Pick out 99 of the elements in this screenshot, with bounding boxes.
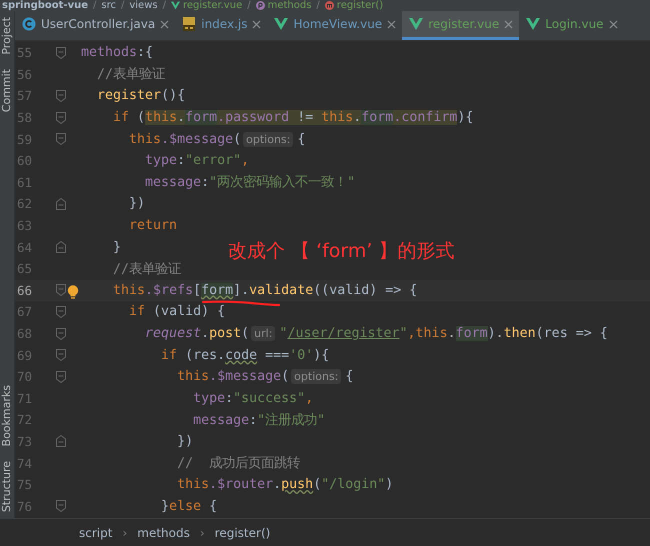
- line-number: 67: [16, 304, 34, 320]
- line-number: 60: [16, 153, 34, 168]
- code-text: request.post(: [144, 326, 250, 342]
- code-text: methods:{: [81, 45, 154, 60]
- close-icon[interactable]: [252, 20, 262, 28]
- fold-marker-icon[interactable]: [56, 500, 66, 512]
- line-number: 62: [16, 196, 34, 212]
- line-number: 55: [16, 45, 34, 60]
- path-separator: /: [247, 0, 251, 11]
- fold-marker-icon[interactable]: [56, 328, 66, 340]
- code-text: if (this.form.password != this.form.confirm){: [112, 110, 474, 126]
- line-number: 61: [16, 174, 34, 190]
- code-text: return: [128, 218, 178, 234]
- tool-window-tab[interactable]: Commit: [0, 68, 14, 112]
- line-number: 69: [16, 348, 34, 363]
- code-text: {: [345, 369, 354, 384]
- line-number: 58: [16, 110, 34, 126]
- breadcrumb-separator: ›: [200, 526, 205, 540]
- breadcrumb-separator: ›: [122, 526, 128, 540]
- code-text: if (valid) {: [128, 304, 226, 320]
- path-separator: /: [120, 0, 124, 11]
- parameter-hint: url:: [251, 326, 276, 342]
- line-number: 66: [16, 282, 34, 298]
- close-icon[interactable]: [608, 20, 618, 28]
- breadcrumb-item[interactable]: register(): [214, 526, 270, 540]
- fold-marker-icon[interactable]: [56, 112, 66, 124]
- parameter-hint: options:: [243, 132, 294, 147]
- lightbulb-icon[interactable]: [67, 284, 79, 300]
- breadcrumb-item[interactable]: methods: [137, 526, 190, 540]
- line-number: 71: [16, 390, 34, 406]
- close-icon[interactable]: [387, 20, 396, 28]
- tool-window-tab[interactable]: Project: [0, 17, 14, 55]
- line-number: 76: [16, 498, 34, 514]
- fold-marker-icon[interactable]: [56, 133, 66, 146]
- path-separator: /: [162, 0, 166, 11]
- fold-marker-icon[interactable]: [56, 46, 66, 59]
- line-number: 57: [16, 88, 34, 104]
- path-separator: /: [93, 0, 96, 11]
- code-text: {: [297, 132, 306, 147]
- code-text: type:"success",: [192, 390, 314, 406]
- code-text: }else {: [160, 498, 218, 514]
- path-item[interactable]: register.vue: [182, 0, 242, 11]
- code-text: //表单验证: [96, 66, 166, 84]
- c-circle-icon: [22, 17, 36, 31]
- line-number: 73: [16, 434, 34, 449]
- editor-tab[interactable]: UserController.java: [15, 11, 176, 40]
- line-number: 59: [16, 132, 34, 147]
- tool-window-tab[interactable]: Structure: [0, 460, 14, 512]
- code-text: this.$message(: [176, 369, 290, 384]
- breadcrumb-item[interactable]: script: [79, 526, 112, 540]
- code-text: "/user/register",this.form).then(res => {: [279, 326, 608, 342]
- code-text: this.$refs[form].validate((valid) => {: [112, 282, 418, 298]
- line-number: 68: [16, 326, 34, 342]
- code-text: //表单验证: [112, 260, 182, 278]
- line-number: 63: [16, 218, 34, 234]
- line-number: 56: [16, 66, 34, 82]
- code-text: message:"注册成功": [192, 412, 326, 429]
- fold-marker-icon[interactable]: [56, 90, 66, 102]
- code-text: this.$message(: [128, 132, 242, 147]
- annotation-text: 改成个 【 ‘form’ 】的形式: [228, 239, 454, 264]
- code-text: register(){: [96, 88, 186, 104]
- close-icon[interactable]: [504, 20, 514, 28]
- fold-marker-icon[interactable]: [56, 284, 66, 296]
- code-text: // 成功后页面跳转: [176, 455, 300, 472]
- fold-marker-icon[interactable]: [56, 306, 66, 318]
- js-file-icon: [182, 17, 196, 31]
- v-logo-icon: [526, 18, 540, 30]
- fold-end-icon[interactable]: [56, 198, 66, 210]
- fold-end-icon[interactable]: [56, 435, 66, 448]
- v-logo-icon: [274, 18, 288, 30]
- code-text: }): [128, 196, 146, 212]
- path-separator: /: [316, 0, 320, 11]
- code-text: }: [112, 240, 122, 255]
- line-number: 64: [16, 240, 34, 255]
- close-icon[interactable]: [160, 20, 170, 28]
- path-item[interactable]: springboot-vue: [2, 0, 88, 11]
- editor-tab[interactable]: index.js: [175, 11, 268, 40]
- line-number: 74: [16, 456, 34, 471]
- fold-marker-icon[interactable]: [56, 370, 66, 383]
- editor-tab[interactable]: HomeView.vue: [267, 11, 402, 40]
- line-number: 72: [16, 412, 34, 428]
- parameter-hint: options:: [291, 369, 342, 384]
- code-text: message:"两次密码输入不一致！": [144, 174, 356, 192]
- tool-window-tab[interactable]: Bookmarks: [0, 385, 14, 447]
- line-number: 65: [16, 261, 34, 276]
- path-item[interactable]: register(): [336, 0, 384, 11]
- v-logo-icon: [409, 18, 424, 30]
- path-item[interactable]: views: [129, 0, 158, 11]
- code-text: this.$router.push("/login"): [176, 477, 394, 492]
- fold-marker-icon[interactable]: [56, 349, 66, 362]
- editor-tab[interactable]: Login.vue: [519, 11, 624, 40]
- fold-end-icon[interactable]: [56, 241, 66, 254]
- path-item[interactable]: methods: [268, 0, 312, 11]
- code-text: }): [176, 434, 194, 449]
- path-item[interactable]: src: [101, 0, 116, 11]
- line-number: 70: [16, 369, 34, 384]
- code-text: if (res.code ==='0'){: [160, 348, 330, 363]
- code-text: type:"error",: [144, 153, 250, 168]
- line-number: 75: [16, 477, 34, 492]
